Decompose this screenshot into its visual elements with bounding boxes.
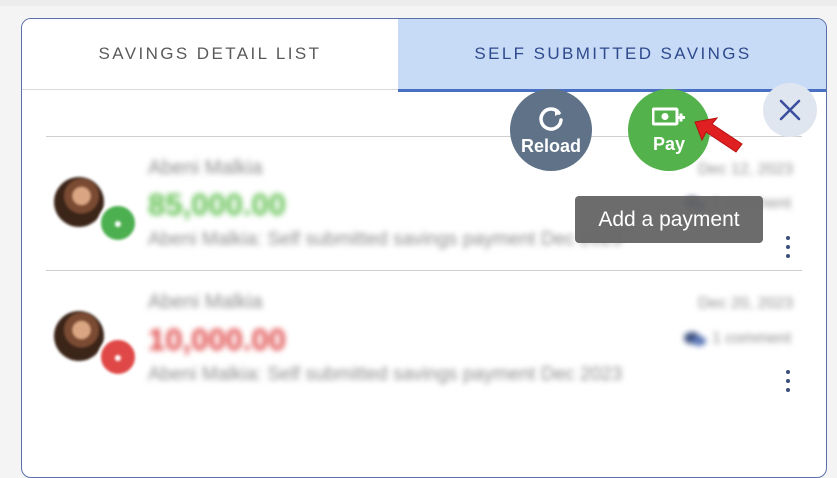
date: Dec 12, 2023	[698, 161, 794, 178]
member-name: Abeni Malkia	[148, 157, 263, 179]
savings-card: SAVINGS DETAIL LIST SELF SUBMITTED SAVIN…	[21, 18, 827, 478]
comments-count[interactable]: 1 comment	[684, 330, 791, 348]
row-divider	[46, 270, 802, 271]
top-bar	[0, 0, 837, 6]
close-button[interactable]	[763, 83, 817, 137]
status-badge-icon: ●	[98, 203, 138, 243]
tab-bar: SAVINGS DETAIL LIST SELF SUBMITTED SAVIN…	[22, 19, 826, 92]
annotation-arrow-icon	[694, 117, 743, 153]
close-icon	[779, 99, 801, 121]
tab-savings-detail-list[interactable]: SAVINGS DETAIL LIST	[22, 19, 398, 90]
description: Abeni Malkia: Self submitted savings pay…	[148, 229, 623, 250]
reload-icon	[539, 106, 563, 131]
active-tab-indicator	[398, 89, 826, 92]
reload-label: Reload	[520, 135, 581, 156]
amount: 85,000.00	[148, 187, 286, 222]
reload-button[interactable]: Reload	[510, 89, 592, 171]
avatar	[54, 177, 104, 227]
description: Abeni Malkia: Self submitted savings pay…	[148, 364, 623, 385]
pay-label: Pay	[652, 133, 686, 154]
avatar	[54, 311, 104, 361]
tab-self-submitted-savings[interactable]: SELF SUBMITTED SAVINGS	[398, 19, 826, 89]
member-name: Abeni Malkia	[148, 291, 263, 313]
comment-icon	[684, 332, 706, 346]
status-badge-icon: ●	[98, 337, 138, 377]
amount: 10,000.00	[148, 322, 286, 357]
comments-label: 1 comment	[712, 330, 792, 347]
date: Dec 20, 2023	[698, 295, 794, 312]
more-options-icon[interactable]	[782, 370, 794, 392]
add-payment-icon	[652, 107, 685, 125]
add-payment-tooltip: Add a payment	[575, 196, 763, 243]
more-options-icon[interactable]	[782, 236, 794, 258]
